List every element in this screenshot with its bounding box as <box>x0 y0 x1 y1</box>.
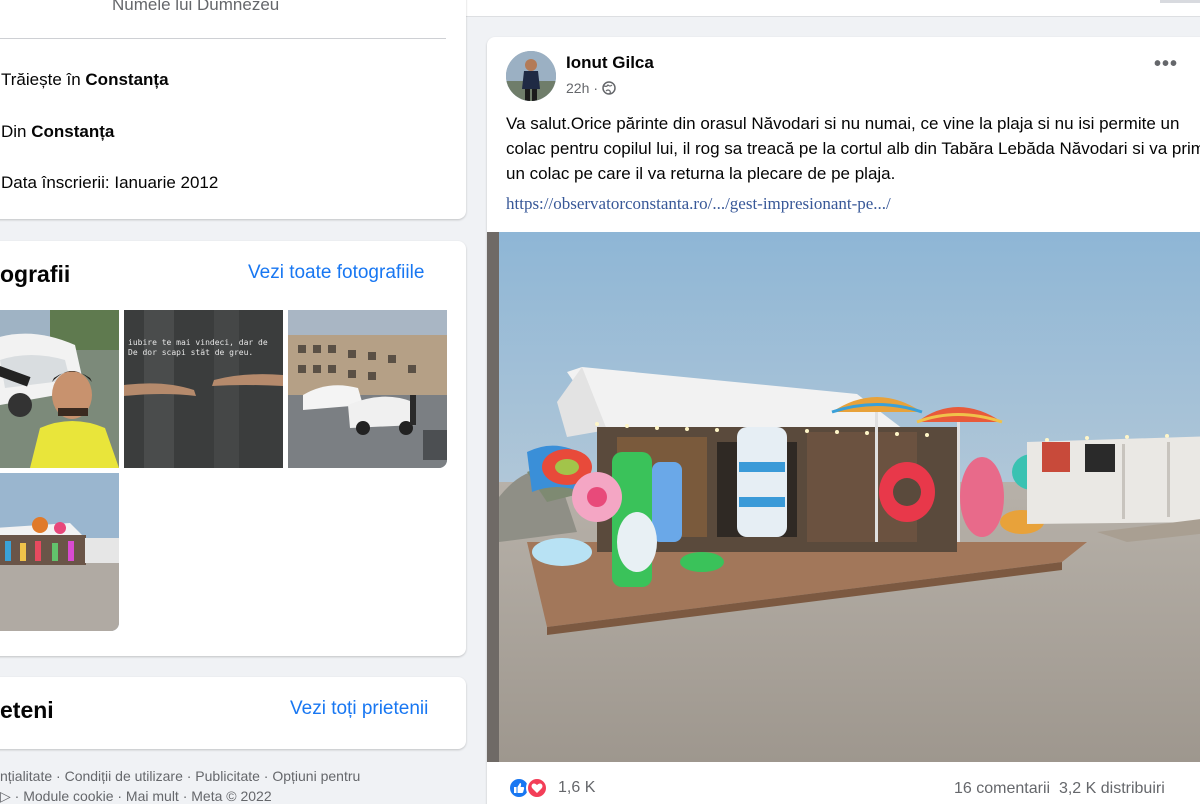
intro-lives-city[interactable]: Constanța <box>85 70 168 89</box>
intro-cut-text: Numele lui Dumnezeu <box>112 0 280 12</box>
post-more-options-button[interactable]: ••• <box>1154 54 1178 74</box>
page-footer: nțialitate · Condiții de utilizare · Pub… <box>0 766 420 804</box>
intro-from-city[interactable]: Constanța <box>31 122 114 141</box>
post-stats: 16 comentarii 3,2 K distribuiri <box>954 780 1165 798</box>
photo-thumbnail-2[interactable]: iubire te mai vindeci, dar de De dor sca… <box>124 310 283 468</box>
intro-from: Din Constanța <box>1 122 114 142</box>
photo-thumbnail-1[interactable] <box>0 310 119 468</box>
friends-card: eteni Vezi toți prietenii <box>0 677 466 749</box>
reaction-count[interactable]: 1,6 K <box>558 779 595 797</box>
post-photo[interactable] <box>487 232 1200 762</box>
author-avatar[interactable] <box>506 51 556 101</box>
footer-links-line-1[interactable]: nțialitate · Condiții de utilizare · Pub… <box>0 766 420 786</box>
post-article-link[interactable]: https://observatorconstanta.ro/.../gest-… <box>506 194 891 214</box>
love-reaction-icon <box>526 777 548 799</box>
intro-divider <box>0 38 446 39</box>
comments-count[interactable]: 16 comentarii <box>954 780 1050 797</box>
post-card: Ionut Gilca 22h · ••• Va salut.Orice păr… <box>487 37 1200 804</box>
intro-card: Numele lui Dumnezeu Trăiește în Constanț… <box>0 0 466 219</box>
post-time[interactable]: 22h <box>566 80 589 96</box>
top-bar-edge <box>1160 0 1200 3</box>
footer-links-line-2[interactable]: ▷ · Module cookie · Mai mult · Meta © 20… <box>0 786 420 804</box>
photos-title: ografii <box>0 261 71 287</box>
post-reactions[interactable]: 1,6 K <box>508 777 595 799</box>
post-meta: 22h · <box>566 80 616 96</box>
photo-thumbnail-4[interactable] <box>0 473 119 631</box>
globe-icon <box>602 81 616 95</box>
photos-card: ografii Vezi toate fotografiile iubire t… <box>0 241 466 656</box>
intro-lives-prefix: Trăiește în <box>1 70 86 89</box>
thumbnail-quote-line-1: iubire te mai vindeci, dar de <box>128 338 268 347</box>
post-author-name[interactable]: Ionut Gilca <box>566 53 654 73</box>
shares-count[interactable]: 3,2 K distribuiri <box>1059 780 1165 797</box>
intro-from-prefix: Din <box>1 122 32 141</box>
thumbnail-quote-line-2: De dor scapi stăt de greu. <box>128 348 254 357</box>
intro-joined: Data înscrierii: Ianuarie 2012 <box>1 173 219 192</box>
intro-lives-in: Trăiește în Constanța <box>1 70 169 90</box>
meta-separator: · <box>593 80 599 96</box>
post-text: Va salut.Orice părinte din orasul Năvoda… <box>506 114 1200 183</box>
see-all-friends-link[interactable]: Vezi toți prietenii <box>290 698 428 720</box>
see-all-photos-link[interactable]: Vezi toate fotografiile <box>248 262 424 284</box>
friends-title: eteni <box>0 697 54 723</box>
photo-thumbnail-3[interactable] <box>288 310 447 468</box>
